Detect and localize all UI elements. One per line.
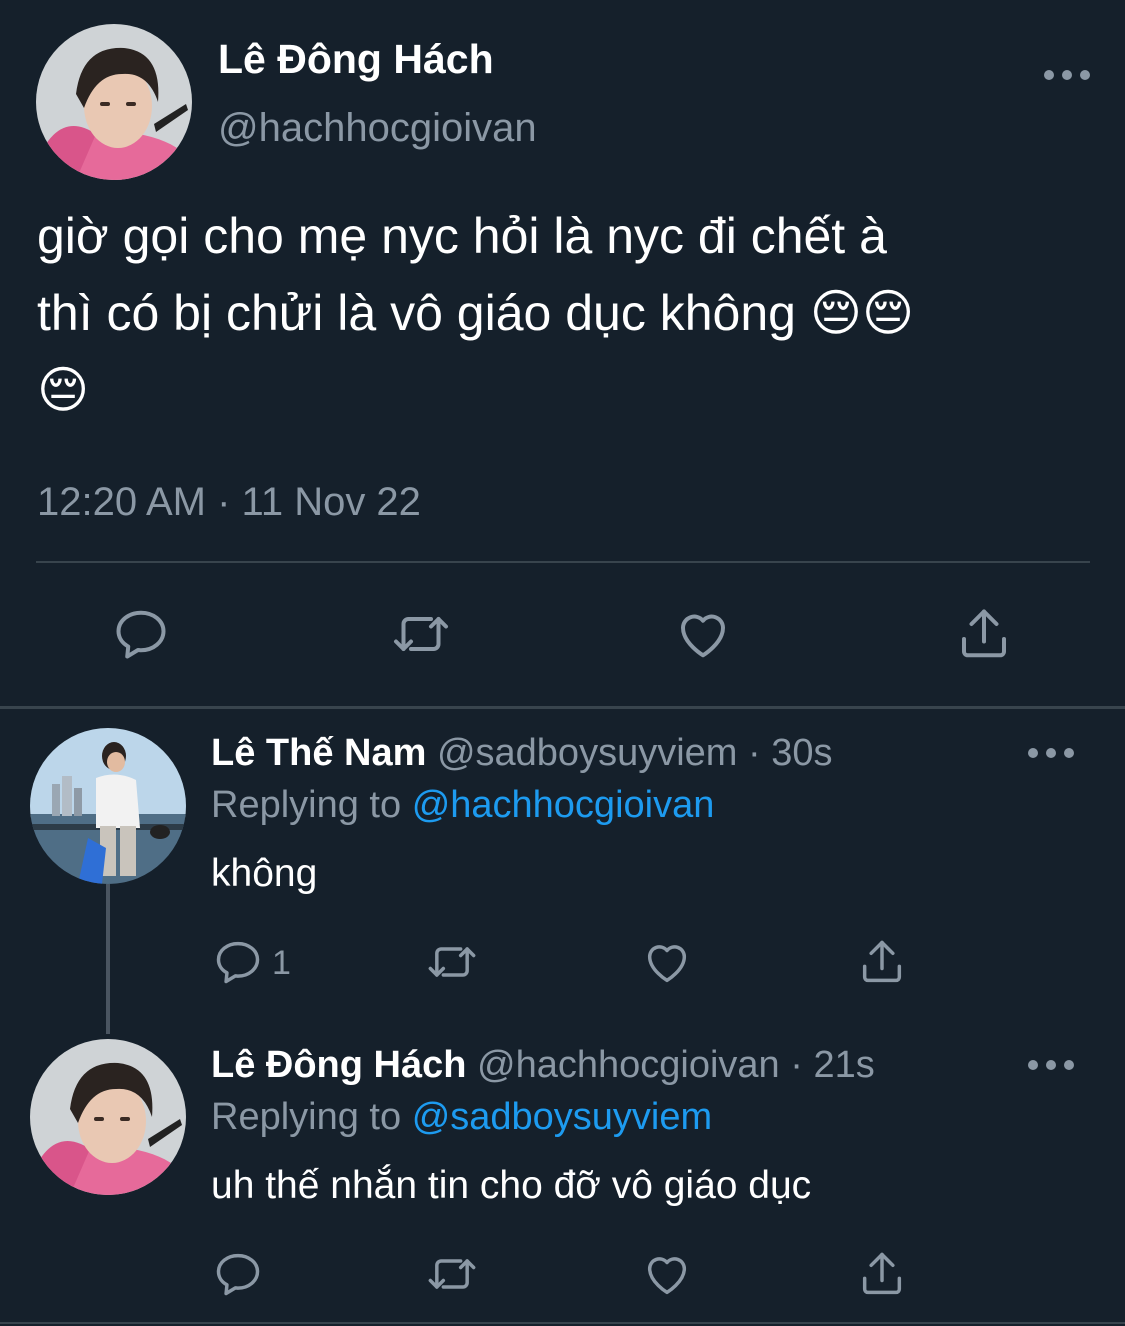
share-icon[interactable]	[856, 936, 908, 988]
more-icon[interactable]	[1026, 746, 1076, 760]
author-avatar[interactable]	[36, 24, 192, 180]
reply-text: không	[211, 852, 318, 895]
reply-icon[interactable]	[212, 1248, 264, 1300]
replying-prefix: Replying to	[211, 1096, 402, 1138]
mention-link[interactable]: @hachhocgioivan	[412, 784, 715, 826]
reply-author-handle[interactable]: @sadboysuyviem	[437, 732, 737, 774]
avatar-photo-image	[30, 728, 186, 884]
reply-author-handle[interactable]: @hachhocgioivan	[477, 1044, 780, 1086]
reply-header: Lê Thế Nam @sadboysuyviem · 30s	[211, 732, 832, 775]
retweet-icon[interactable]	[426, 936, 478, 988]
reply-avatar[interactable]	[30, 1039, 186, 1195]
reply-count: 1	[272, 944, 291, 982]
retweet-icon[interactable]	[426, 1248, 478, 1300]
replying-to-line: Replying to @sadboysuyviem	[211, 1096, 712, 1139]
like-icon[interactable]	[641, 1248, 693, 1300]
reply-author-name[interactable]: Lê Đông Hách	[211, 1044, 466, 1086]
like-icon[interactable]	[673, 604, 733, 664]
replying-to-line: Replying to @hachhocgioivan	[211, 784, 714, 827]
share-icon[interactable]	[856, 1248, 908, 1300]
replying-prefix: Replying to	[211, 784, 402, 826]
reply-time[interactable]: · 21s	[790, 1044, 874, 1086]
mention-link[interactable]: @sadboysuyviem	[412, 1096, 712, 1138]
reply-icon[interactable]	[111, 604, 171, 664]
section-divider	[0, 706, 1125, 709]
author-name[interactable]: Lê Đông Hách	[218, 36, 494, 83]
reply-header: Lê Đông Hách @hachhocgioivan · 21s	[211, 1044, 875, 1087]
reply-time[interactable]: · 30s	[748, 732, 832, 774]
share-icon[interactable]	[954, 604, 1014, 664]
tweet-text-line: giờ gọi cho mẹ nyc hỏi là nyc đi chết à	[37, 208, 887, 264]
more-icon[interactable]	[1042, 68, 1092, 82]
more-icon[interactable]	[1026, 1058, 1076, 1072]
reply-icon[interactable]	[212, 936, 264, 988]
retweet-icon[interactable]	[391, 604, 451, 664]
bottom-divider	[0, 1322, 1125, 1324]
divider	[36, 561, 1090, 563]
reply-text: uh thế nhắn tin cho đỡ vô giáo dục	[211, 1164, 812, 1207]
tweet-text: giờ gọi cho mẹ nyc hỏi là nyc đi chết à …	[37, 198, 1097, 429]
avatar-portrait-image	[36, 24, 192, 180]
tweet-text-line: thì có bị chửi là vô giáo dục không 😔😔	[37, 285, 915, 341]
reply-avatar[interactable]	[30, 728, 186, 884]
avatar-portrait-image	[30, 1039, 186, 1195]
thread-connector	[106, 884, 110, 1034]
author-handle[interactable]: @hachhocgioivan	[218, 106, 537, 151]
like-icon[interactable]	[641, 936, 693, 988]
tweet-timestamp[interactable]: 12:20 AM · 11 Nov 22	[37, 480, 421, 525]
tweet-text-line: 😔	[37, 362, 90, 418]
reply-author-name[interactable]: Lê Thế Nam	[211, 732, 426, 774]
